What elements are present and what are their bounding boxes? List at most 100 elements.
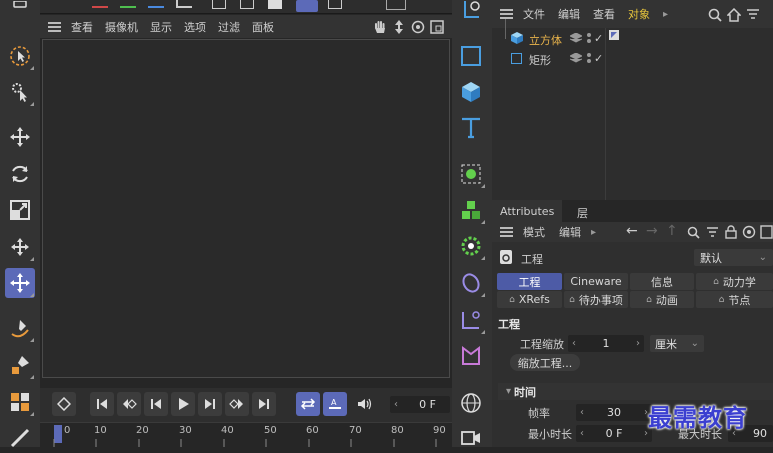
- search-icon[interactable]: [687, 226, 700, 239]
- enabled-check-icon[interactable]: ✓: [594, 32, 603, 45]
- prev-keyframe-icon[interactable]: [117, 392, 141, 416]
- subtab-nodes[interactable]: ⌂ 节点: [696, 291, 773, 308]
- spline-pen-icon[interactable]: [5, 313, 35, 343]
- 3d-viewport[interactable]: [42, 39, 450, 378]
- points-mode-icon[interactable]: [212, 0, 226, 9]
- subtab-dynamics[interactable]: ⌂ 动力学: [696, 273, 773, 290]
- menu-panel[interactable]: 面板: [252, 19, 274, 35]
- loop-icon[interactable]: [296, 392, 320, 416]
- z-axis-icon[interactable]: [148, 0, 164, 8]
- timeline-ruler[interactable]: 0 10 20 30 40 50 60 70 80 90: [40, 422, 452, 447]
- om-menu-icon[interactable]: [500, 9, 513, 19]
- search-icon[interactable]: [708, 8, 722, 22]
- transform-tool-icon[interactable]: [5, 232, 35, 262]
- polygons-mode-icon[interactable]: [268, 0, 282, 9]
- subtab-xrefs[interactable]: ⌂ XRefs: [497, 291, 562, 308]
- y-axis-icon[interactable]: [120, 0, 136, 8]
- fps-field[interactable]: ‹ 30 ›: [576, 404, 652, 421]
- layer-icon[interactable]: [570, 33, 582, 43]
- more-arrow-icon[interactable]: ▸: [591, 227, 596, 238]
- attr-menu-icon[interactable]: [500, 227, 513, 237]
- visibility-dots-icon[interactable]: [585, 53, 593, 63]
- menu-edit[interactable]: 编辑: [559, 224, 581, 240]
- text-object-icon[interactable]: [456, 113, 486, 143]
- rectangle-spline-icon[interactable]: [456, 41, 486, 71]
- subtab-info[interactable]: 信息: [630, 273, 694, 290]
- edges-mode-icon[interactable]: [240, 0, 254, 9]
- menu-view[interactable]: 查看: [71, 19, 93, 35]
- cube-icon[interactable]: [456, 77, 486, 107]
- environment-icon[interactable]: [456, 388, 486, 418]
- current-frame-field[interactable]: ‹ 0 F: [390, 396, 450, 413]
- up-arrow-icon[interactable]: ↑: [666, 223, 678, 239]
- snap-icon[interactable]: [386, 0, 406, 10]
- layer-icon[interactable]: [570, 53, 582, 63]
- home-icon[interactable]: [727, 8, 741, 22]
- soft-transform-tool-icon[interactable]: [5, 268, 35, 298]
- increment-arrow-icon[interactable]: ›: [636, 338, 640, 349]
- goto-end-icon[interactable]: [252, 392, 276, 416]
- x-axis-icon[interactable]: [92, 0, 108, 8]
- menu-objects[interactable]: 对象: [628, 6, 650, 22]
- pan-hand-icon[interactable]: [373, 20, 387, 34]
- sound-icon[interactable]: [352, 392, 376, 416]
- menu-camera[interactable]: 摄像机: [105, 19, 138, 35]
- model-mode-icon[interactable]: [296, 0, 318, 12]
- viewport-menu-icon[interactable]: [48, 21, 61, 32]
- decrement-arrow-icon[interactable]: ‹: [394, 399, 398, 410]
- menu-display[interactable]: 显示: [150, 19, 172, 35]
- forward-arrow-icon[interactable]: →: [646, 223, 658, 239]
- unit-dropdown[interactable]: 厘米 ⌄: [650, 335, 704, 352]
- menu-file[interactable]: 文件: [523, 6, 545, 22]
- undo-icon[interactable]: [5, 0, 35, 10]
- tab-attributes[interactable]: Attributes: [492, 200, 563, 222]
- subtab-todo[interactable]: ⌂ 待办事项: [564, 291, 628, 308]
- lock-icon[interactable]: [725, 225, 737, 239]
- deformer-icon[interactable]: [456, 268, 486, 298]
- menu-options[interactable]: 选项: [184, 19, 206, 35]
- move-tool-icon[interactable]: [5, 122, 35, 152]
- keyframe-icon[interactable]: [52, 392, 76, 416]
- coordinate-system-icon[interactable]: [176, 0, 192, 8]
- new-window-icon[interactable]: [760, 225, 773, 239]
- camera-icon[interactable]: [456, 425, 486, 447]
- decrement-arrow-icon[interactable]: ‹: [572, 338, 576, 349]
- uv-mode-icon[interactable]: [328, 0, 342, 9]
- target-icon[interactable]: [742, 225, 756, 239]
- scale-tool-icon[interactable]: [5, 195, 35, 225]
- tab-layers[interactable]: 层: [569, 200, 596, 222]
- selection-tool-icon[interactable]: [5, 41, 35, 71]
- next-frame-icon[interactable]: [198, 392, 222, 416]
- phong-tag-icon[interactable]: [609, 30, 619, 40]
- min-time-field[interactable]: ‹ 0 F ›: [576, 425, 652, 442]
- play-icon[interactable]: [171, 392, 195, 416]
- tweak-tool-icon[interactable]: [5, 77, 35, 107]
- mograph-cloner-icon[interactable]: [456, 195, 486, 225]
- rotate-tool-icon[interactable]: [5, 159, 35, 189]
- filter-icon[interactable]: [746, 8, 760, 22]
- maximize-view-icon[interactable]: [430, 20, 444, 34]
- object-name[interactable]: 矩形: [529, 52, 551, 68]
- next-keyframe-icon[interactable]: [225, 392, 249, 416]
- knife-tool-icon[interactable]: [5, 423, 35, 453]
- dolly-icon[interactable]: [392, 20, 406, 34]
- subtab-cineware[interactable]: Cineware: [564, 273, 628, 290]
- decrement-arrow-icon[interactable]: ‹: [580, 407, 584, 418]
- scale-project-button[interactable]: 缩放工程...: [510, 354, 580, 371]
- field-icon[interactable]: [456, 305, 486, 335]
- orbit-icon[interactable]: [411, 20, 425, 34]
- menu-edit[interactable]: 编辑: [558, 6, 580, 22]
- decrement-arrow-icon[interactable]: ‹: [580, 428, 584, 439]
- enabled-check-icon[interactable]: ✓: [594, 52, 603, 65]
- null-object-icon[interactable]: [456, 0, 486, 22]
- scene-icon[interactable]: [456, 341, 486, 371]
- visibility-dots-icon[interactable]: [585, 33, 593, 43]
- back-arrow-icon[interactable]: ←: [626, 223, 638, 239]
- project-scale-field[interactable]: ‹ 1 ›: [568, 335, 644, 352]
- autokey-icon[interactable]: A: [323, 392, 347, 416]
- subtab-project[interactable]: 工程: [497, 273, 562, 290]
- goto-start-icon[interactable]: [90, 392, 114, 416]
- object-name[interactable]: 立方体: [529, 32, 562, 48]
- subtab-animation[interactable]: ⌂ 动画: [630, 291, 694, 308]
- menu-filter[interactable]: 过滤: [218, 19, 240, 35]
